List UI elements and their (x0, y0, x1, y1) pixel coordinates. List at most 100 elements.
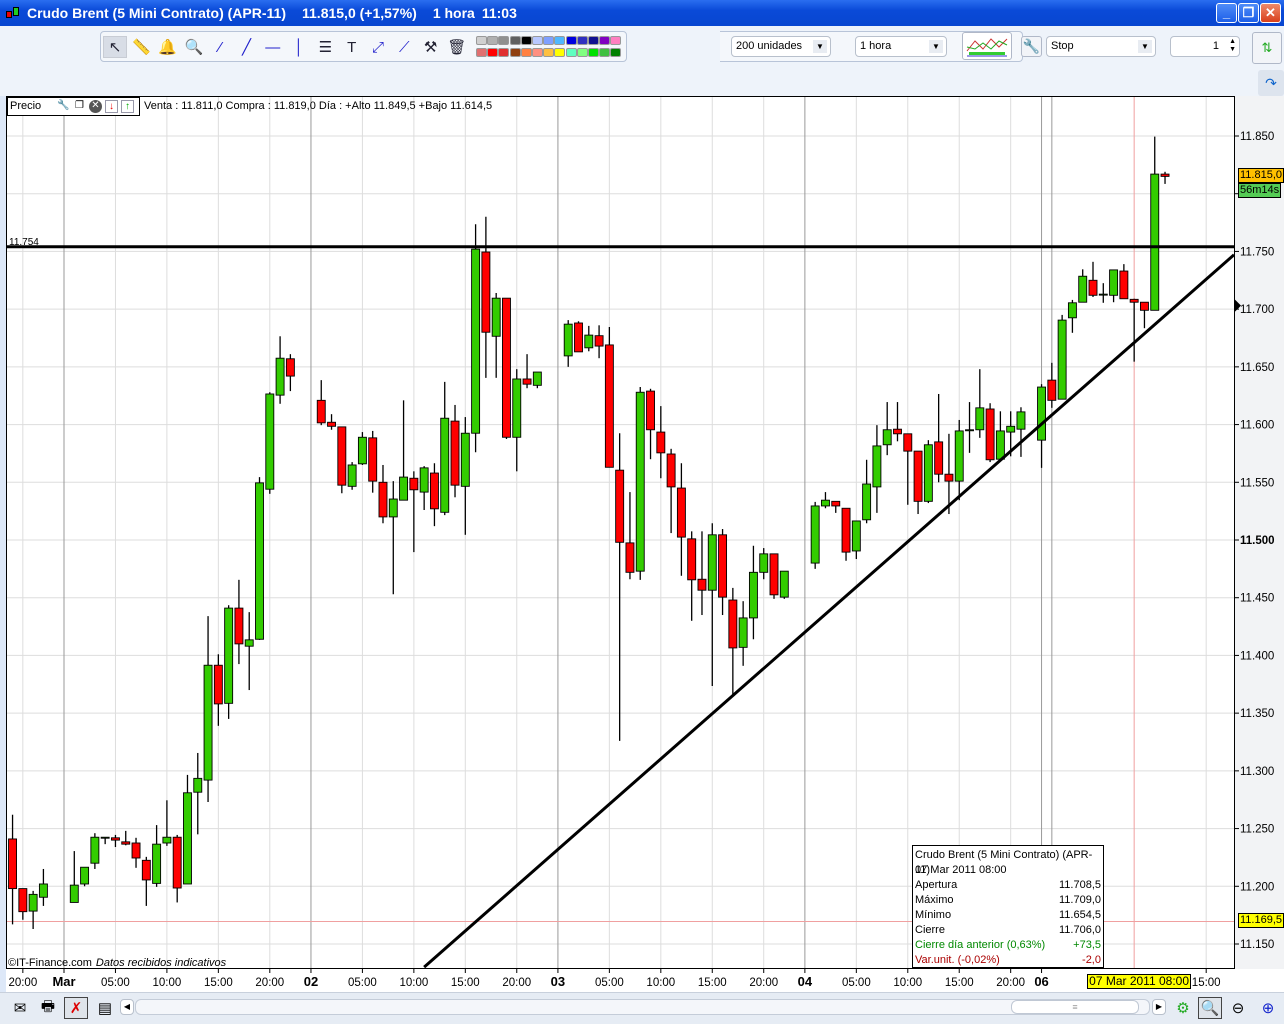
candle-body-down[interactable] (625, 542, 635, 573)
candle-body-up[interactable] (224, 607, 234, 704)
candle-body-down[interactable] (502, 297, 511, 438)
horizontal-scrollbar[interactable]: ≡ (135, 999, 1150, 1015)
candle-body-up[interactable] (183, 792, 192, 885)
candle-body-up[interactable] (1078, 275, 1088, 303)
wrench-icon[interactable]: 🔧 (57, 100, 70, 113)
candle-body-down[interactable] (728, 599, 738, 649)
scroll-right-button[interactable]: ▶ (1152, 999, 1166, 1015)
candle-body-down[interactable] (646, 390, 655, 431)
candle-body-up[interactable] (851, 520, 861, 552)
candle-body-down[interactable] (429, 472, 439, 510)
candle-body-up[interactable] (399, 476, 409, 501)
candle-body-down[interactable] (718, 534, 728, 598)
candle-body-down[interactable] (676, 487, 686, 538)
candle-body-up[interactable] (460, 432, 470, 487)
candle-body-down[interactable] (841, 507, 851, 553)
candle-body-up[interactable] (954, 430, 964, 482)
candle-body-down[interactable] (8, 838, 18, 890)
candle-body-down[interactable] (934, 441, 944, 475)
candle-body-up[interactable] (491, 297, 501, 337)
move-up-icon[interactable]: ↑ (121, 99, 134, 113)
candle-body-up[interactable] (975, 407, 985, 431)
candle-body-down[interactable] (337, 426, 347, 486)
candle-body-up[interactable] (419, 467, 429, 493)
candle-body-up[interactable] (635, 391, 645, 572)
candle-body-down[interactable] (131, 842, 141, 859)
candle-body-up[interactable] (193, 777, 203, 793)
candle-body-down[interactable] (378, 481, 388, 518)
candle-body-down[interactable] (769, 553, 779, 596)
scroll-thumb[interactable]: ≡ (1011, 1000, 1139, 1014)
candle-body-down[interactable] (368, 437, 378, 482)
candle-body-down[interactable] (1139, 301, 1149, 311)
zoom-in-icon[interactable]: ⊕ (1256, 997, 1280, 1019)
candle-body-down[interactable] (985, 408, 995, 461)
candle-body-down[interactable] (913, 450, 923, 502)
candle-body-up[interactable] (275, 357, 285, 396)
candle-body-up[interactable] (995, 430, 1005, 460)
candle-body-down[interactable] (1088, 279, 1098, 296)
candle-body-down[interactable] (687, 538, 697, 581)
candle-body-down[interactable] (1119, 270, 1129, 300)
candle-body-down[interactable] (903, 433, 913, 452)
candle-body-up[interactable] (810, 505, 820, 564)
sheet-icon[interactable]: ▤ (93, 997, 117, 1019)
candle-body-up[interactable] (1037, 386, 1047, 441)
zoom-out-icon[interactable]: ⊖ (1226, 997, 1250, 1019)
candle-body-down[interactable] (656, 431, 666, 454)
candle-body-down[interactable] (522, 378, 532, 385)
candle-body-up[interactable] (707, 534, 717, 591)
candle-body-up[interactable] (203, 664, 213, 781)
candle-body-down[interactable] (893, 428, 902, 435)
candle-body-up[interactable] (872, 445, 882, 488)
candle-body-down[interactable] (327, 421, 336, 427)
candle-body-down[interactable] (944, 473, 954, 482)
candle-body-up[interactable] (779, 570, 789, 598)
candle-body-up[interactable] (1067, 302, 1077, 319)
candle-body-down[interactable] (594, 335, 604, 347)
candle-body-down[interactable] (234, 607, 244, 645)
candle-body-up[interactable] (862, 483, 872, 521)
scroll-left-button[interactable]: ◀ (120, 999, 134, 1015)
candle-body-down[interactable] (110, 837, 120, 841)
candle-body-up[interactable] (882, 429, 892, 446)
candle-body-up[interactable] (162, 836, 172, 844)
windows-icon[interactable]: ❐ (73, 100, 86, 113)
candle-body-up[interactable] (100, 836, 110, 839)
candle-body-up[interactable] (244, 639, 254, 647)
candle-body-down[interactable] (450, 420, 460, 486)
candle-body-down[interactable] (615, 469, 625, 543)
candle-body-up[interactable] (388, 498, 398, 518)
close-panel-icon[interactable]: ✕ (89, 99, 102, 113)
candle-body-up[interactable] (532, 371, 542, 386)
envelope-icon[interactable]: ✉ (8, 997, 32, 1019)
candle-body-down[interactable] (409, 477, 419, 491)
candle-body-up[interactable] (347, 464, 357, 487)
candle-body-up[interactable] (69, 884, 79, 903)
candle-body-up[interactable] (923, 444, 933, 502)
candle-body-down[interactable] (481, 251, 491, 333)
candle-body-up[interactable] (255, 482, 264, 640)
crosshair-off-icon[interactable]: ✗ (64, 997, 88, 1019)
candle-body-down[interactable] (574, 322, 583, 353)
candle-body-down[interactable] (141, 859, 151, 881)
candle-body-up[interactable] (748, 571, 758, 619)
candle-body-up[interactable] (28, 893, 38, 912)
candle-body-down[interactable] (213, 664, 223, 705)
candle-body-up[interactable] (265, 393, 275, 490)
candle-body-up[interactable] (471, 248, 481, 434)
candle-body-down[interactable] (1047, 379, 1057, 401)
candle-body-up[interactable] (512, 378, 522, 438)
candle-body-down[interactable] (604, 344, 614, 468)
candle-body-up[interactable] (357, 436, 367, 465)
candle-body-up[interactable] (80, 866, 90, 885)
candle-body-down[interactable] (831, 500, 841, 507)
candle-body-up[interactable] (38, 883, 48, 898)
move-down-icon[interactable]: ↓ (105, 99, 118, 113)
candle-body-up[interactable] (759, 553, 769, 573)
candle-body-down[interactable] (666, 453, 676, 488)
candle-body-up[interactable] (1006, 425, 1016, 433)
candle-body-down[interactable] (316, 399, 326, 424)
candle-body-down[interactable] (172, 836, 182, 889)
candle-body-up[interactable] (1057, 319, 1067, 400)
